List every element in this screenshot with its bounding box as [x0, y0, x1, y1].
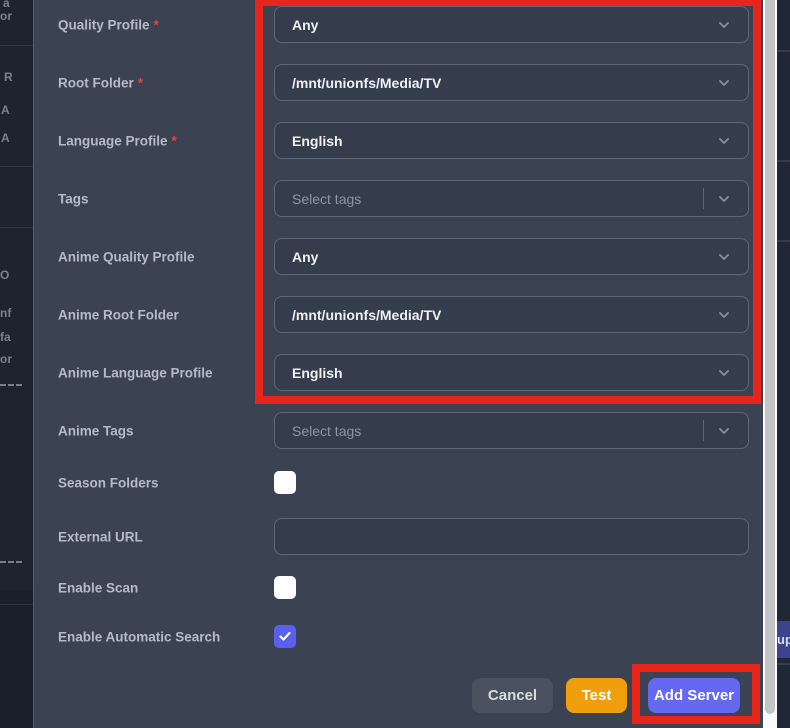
bg-text-fragment: fa	[0, 330, 11, 344]
cancel-button[interactable]: Cancel	[472, 678, 553, 713]
external-url-input[interactable]	[274, 518, 749, 555]
scrollbar-thumb[interactable]	[765, 0, 775, 714]
form-row-enable-scan: Enable Scan	[34, 576, 764, 599]
select-value: Any	[292, 16, 319, 33]
anime-root-folder-select[interactable]: /mnt/unionfs/Media/TV	[274, 296, 749, 333]
quality-profile-select[interactable]: Any	[274, 6, 749, 43]
bg-divider	[0, 45, 33, 46]
background-page-left: a or R A A O nf fa or	[0, 0, 33, 728]
bg-divider	[0, 604, 33, 605]
bg-text-fragment: or	[0, 352, 12, 366]
season-folders-checkbox[interactable]	[274, 471, 296, 494]
add-server-modal: Quality Profile * Any Root Folder * /mnt/u…	[33, 0, 763, 728]
chevron-down-icon	[714, 189, 734, 209]
field-label: Anime Tags	[58, 423, 134, 438]
form-row-external-url: External URL	[34, 518, 764, 555]
form-row-season-folders: Season Folders	[34, 471, 764, 494]
add-server-button[interactable]: Add Server	[648, 678, 740, 713]
select-value: /mnt/unionfs/Media/TV	[292, 306, 442, 323]
form-row-language-profile: Language Profile * English	[34, 122, 764, 159]
field-label: Anime Quality Profile	[58, 249, 195, 264]
field-label: Language Profile *	[58, 133, 177, 148]
bg-partial-button: up	[777, 621, 790, 658]
form-row-anime-tags: Anime Tags Select tags	[34, 412, 764, 449]
field-label: Enable Scan	[58, 580, 139, 595]
background-page-right: up	[777, 0, 790, 728]
bg-text-fragment: A	[1, 103, 10, 117]
select-value: English	[292, 364, 343, 381]
chevron-down-icon	[714, 131, 734, 151]
field-label: Tags	[58, 191, 89, 206]
select-value: English	[292, 132, 343, 149]
checkmark-icon	[279, 631, 291, 641]
select-divider	[703, 188, 704, 209]
form-row-anime-root-folder: Anime Root Folder /mnt/unionfs/Media/TV	[34, 296, 764, 333]
bg-divider	[777, 160, 790, 162]
form-row-anime-quality-profile: Anime Quality Profile Any	[34, 238, 764, 275]
bg-text-fragment: or	[0, 9, 12, 23]
form-row-quality-profile: Quality Profile * Any	[34, 6, 764, 43]
field-label: Enable Automatic Search	[58, 629, 221, 644]
bg-text-fragment: nf	[0, 306, 12, 320]
field-label: Quality Profile *	[58, 17, 159, 32]
test-button[interactable]: Test	[566, 678, 627, 713]
chevron-down-icon	[714, 15, 734, 35]
screen: a or R A A O nf fa or Quality Profile * A…	[0, 0, 790, 728]
form-row-enable-automatic-search: Enable Automatic Search	[34, 625, 764, 648]
chevron-down-icon	[714, 305, 734, 325]
field-label: Root Folder *	[58, 75, 144, 90]
bg-divider	[0, 166, 33, 167]
form-row-anime-language-profile: Anime Language Profile English	[34, 354, 764, 391]
select-placeholder: Select tags	[292, 190, 362, 207]
bg-divider	[0, 227, 33, 228]
bg-divider	[777, 240, 790, 242]
bg-divider	[777, 663, 790, 665]
field-label: Anime Root Folder	[58, 307, 179, 322]
bg-dashed-line	[0, 384, 22, 386]
select-value: Any	[292, 248, 319, 265]
bg-text-fragment: A	[1, 131, 10, 145]
bg-dashed-line	[0, 561, 22, 563]
select-divider	[703, 420, 704, 441]
bg-text-fragment: R	[4, 70, 13, 84]
chevron-down-icon	[714, 363, 734, 383]
root-folder-select[interactable]: /mnt/unionfs/Media/TV	[274, 64, 749, 101]
select-value: /mnt/unionfs/Media/TV	[292, 74, 442, 91]
bg-divider	[777, 50, 790, 52]
required-asterisk: *	[137, 75, 144, 90]
anime-language-profile-select[interactable]: English	[274, 354, 749, 391]
chevron-down-icon	[714, 421, 734, 441]
anime-tags-multiselect[interactable]: Select tags	[274, 412, 749, 449]
language-profile-select[interactable]: English	[274, 122, 749, 159]
anime-quality-profile-select[interactable]: Any	[274, 238, 749, 275]
required-asterisk: *	[153, 17, 159, 32]
chevron-down-icon	[714, 73, 734, 93]
enable-scan-checkbox[interactable]	[274, 576, 296, 599]
form-row-root-folder: Root Folder * /mnt/unionfs/Media/TV	[34, 64, 764, 101]
enable-automatic-search-checkbox[interactable]	[274, 625, 296, 648]
select-placeholder: Select tags	[292, 422, 362, 439]
chevron-down-icon	[714, 247, 734, 267]
tags-multiselect[interactable]: Select tags	[274, 180, 749, 217]
field-label: Season Folders	[58, 475, 159, 490]
bg-section	[0, 590, 33, 728]
field-label: Anime Language Profile	[58, 365, 213, 380]
form-row-tags: Tags Select tags	[34, 180, 764, 217]
required-asterisk: *	[171, 133, 177, 148]
bg-text-fragment: O	[0, 268, 10, 282]
field-label: External URL	[58, 529, 143, 544]
